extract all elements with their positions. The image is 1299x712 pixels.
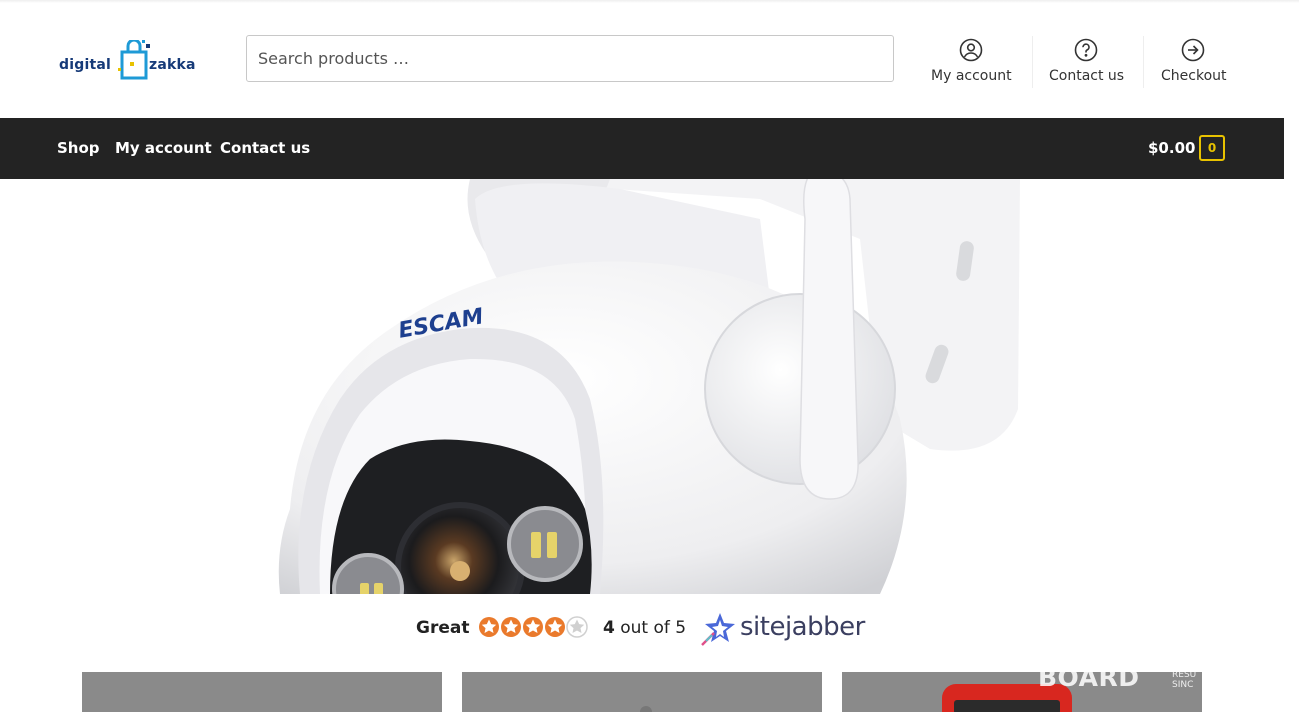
hero-product-image[interactable]: ESCAM: [0, 179, 1299, 594]
cart-count-badge[interactable]: 0: [1199, 135, 1225, 161]
header-divider: [1032, 36, 1033, 88]
header-checkout-label: Checkout: [1161, 68, 1227, 84]
rocket-star-icon: [701, 613, 735, 646]
watermark-side-text-1: RESU: [1172, 670, 1197, 680]
security-camera-illustration: ESCAM: [278, 179, 1020, 594]
watermark-side-text: RESU SINC: [1172, 670, 1196, 690]
sitejabber-logo[interactable]: sitejabber: [700, 611, 870, 646]
primary-navigation: Shop My account Contact us $0.00 0: [0, 118, 1284, 179]
nav-item-shop[interactable]: Shop: [57, 139, 100, 157]
top-border: [0, 0, 1299, 3]
product-card[interactable]: [462, 672, 822, 712]
logo-text-digital: digital: [59, 57, 111, 73]
header-checkout[interactable]: Checkout: [1160, 36, 1227, 88]
watermark-side-text-2: SINC: [1172, 680, 1194, 690]
star-icon: [479, 617, 499, 637]
header-my-account-label: My account: [931, 68, 1012, 84]
rating-score-value: 4: [603, 618, 615, 638]
cart-total[interactable]: $0.00: [1148, 139, 1195, 157]
rating-out-of: out of 5: [620, 618, 687, 638]
sitejabber-rating-widget[interactable]: Great 4 out of 5 sitejabber: [0, 611, 1299, 646]
nav-item-contact-us[interactable]: Contact us: [220, 139, 310, 157]
header-divider: [1143, 36, 1144, 88]
header-contact-us-label: Contact us: [1049, 68, 1125, 84]
product-card[interactable]: [82, 672, 442, 712]
watermark-text: BOARD: [1038, 663, 1140, 692]
header-my-account[interactable]: My account: [930, 36, 1012, 88]
star-empty-icon: [566, 616, 588, 638]
shopping-bag-icon: [118, 40, 150, 80]
help-circle-icon: [1074, 38, 1098, 62]
rating-score: 4 out of 5: [603, 618, 686, 638]
star-icon: [545, 617, 565, 637]
sitejabber-wordmark: sitejabber: [740, 612, 865, 642]
site-logo[interactable]: digital zakka: [58, 38, 198, 82]
product-thumbnail-red-device-screen: [954, 700, 1060, 712]
product-card[interactable]: [842, 672, 1202, 712]
star-icon: [501, 617, 521, 637]
product-thumbnail-detail: [640, 706, 652, 712]
search-input[interactable]: [246, 35, 894, 82]
star-rating: [479, 616, 588, 638]
header-contact-us[interactable]: Contact us: [1048, 36, 1124, 88]
user-circle-icon: [959, 38, 983, 62]
nav-item-my-account[interactable]: My account: [115, 139, 212, 157]
rating-word: Great: [416, 618, 470, 638]
arrow-right-circle-icon: [1181, 38, 1205, 62]
logo-text-zakka: zakka: [149, 57, 196, 73]
star-icon: [523, 617, 543, 637]
